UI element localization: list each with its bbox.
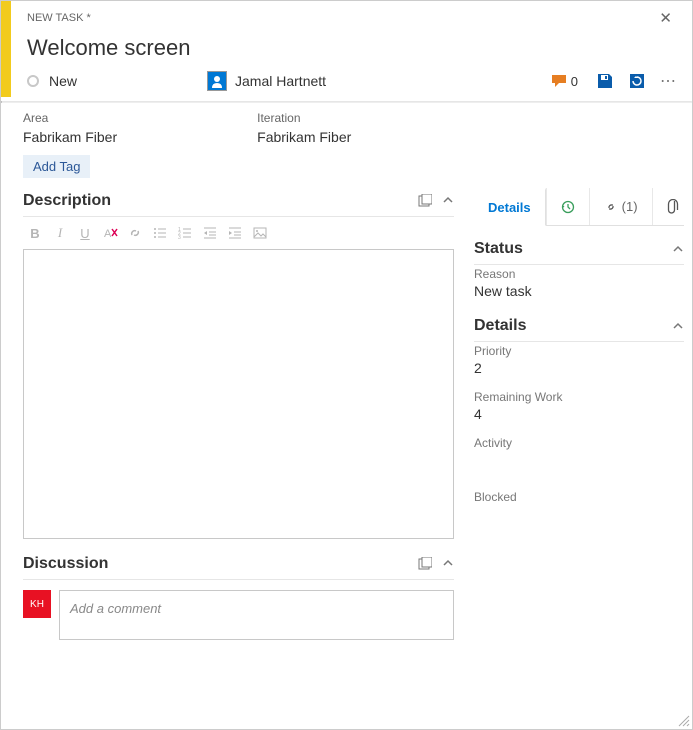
image-icon[interactable] <box>252 225 268 241</box>
maximize-icon[interactable] <box>418 557 432 571</box>
reason-value[interactable]: New task <box>474 283 684 299</box>
remaining-work-value[interactable]: 4 <box>474 406 684 422</box>
tab-history[interactable] <box>546 188 589 225</box>
tab-links-count: (1) <box>622 199 638 214</box>
info-row: New Jamal Hartnett 0 ⋯ <box>1 71 692 101</box>
resize-grip-icon[interactable] <box>676 713 690 727</box>
discussion-heading: Discussion <box>23 555 108 573</box>
comment-count[interactable]: 0 <box>551 74 578 89</box>
more-actions-icon[interactable]: ⋯ <box>660 72 678 90</box>
rich-text-toolbar: B I U A 123 <box>23 217 454 249</box>
current-user-avatar: KH <box>23 590 51 618</box>
details-heading: Details <box>474 317 526 335</box>
state-value[interactable]: New <box>49 73 77 89</box>
area-value[interactable]: Fabrikam Fiber <box>23 129 117 145</box>
description-heading: Description <box>23 192 111 210</box>
area-label: Area <box>23 111 117 125</box>
work-item-color-band <box>1 1 11 97</box>
assignee-name: Jamal Hartnett <box>235 73 326 89</box>
chevron-up-icon[interactable] <box>442 557 454 571</box>
number-list-icon[interactable]: 123 <box>177 225 193 241</box>
description-section: Description B I U A <box>23 188 454 539</box>
status-heading: Status <box>474 240 523 258</box>
bold-icon[interactable]: B <box>27 225 43 241</box>
blocked-label: Blocked <box>474 490 684 504</box>
refresh-icon[interactable] <box>628 72 646 90</box>
assignee-picker[interactable]: Jamal Hartnett <box>207 71 326 91</box>
chevron-up-icon[interactable] <box>672 320 684 332</box>
tab-links[interactable]: (1) <box>589 188 652 225</box>
close-button[interactable]: ✕ <box>653 7 678 29</box>
priority-label: Priority <box>474 344 684 358</box>
save-icon[interactable] <box>596 72 614 90</box>
iteration-label: Iteration <box>257 111 351 125</box>
work-item-type-label: NEW TASK * <box>27 12 91 24</box>
maximize-icon[interactable] <box>418 194 432 208</box>
svg-text:3: 3 <box>178 235 181 240</box>
comment-icon <box>551 74 567 88</box>
link-icon[interactable] <box>127 225 143 241</box>
state-indicator-dot <box>27 75 39 87</box>
iteration-value[interactable]: Fabrikam Fiber <box>257 129 351 145</box>
chevron-up-icon[interactable] <box>672 243 684 255</box>
avatar-icon <box>207 71 227 91</box>
tab-details[interactable]: Details <box>474 188 546 226</box>
side-tabs: Details (1) <box>474 188 684 226</box>
activity-label: Activity <box>474 436 684 450</box>
reason-label: Reason <box>474 267 684 281</box>
discussion-section: Discussion KH Add a comment <box>23 551 454 640</box>
chevron-up-icon[interactable] <box>442 194 454 208</box>
indent-icon[interactable] <box>227 225 243 241</box>
underline-icon[interactable]: U <box>77 225 93 241</box>
link-icon <box>604 200 618 214</box>
history-icon <box>561 200 575 214</box>
description-editor[interactable] <box>23 249 454 539</box>
outdent-icon[interactable] <box>202 225 218 241</box>
priority-value[interactable]: 2 <box>474 360 684 376</box>
details-section: Details Priority 2 Remaining Work 4 Acti… <box>474 313 684 508</box>
svg-text:A: A <box>104 228 112 240</box>
tab-attachments[interactable] <box>652 188 693 225</box>
work-item-title[interactable]: Welcome screen <box>21 29 678 71</box>
status-section: Status Reason New task <box>474 236 684 301</box>
comment-input[interactable]: Add a comment <box>59 590 454 640</box>
dialog-header: NEW TASK * ✕ Welcome screen <box>1 1 692 71</box>
activity-value[interactable] <box>474 452 684 468</box>
italic-icon[interactable]: I <box>52 225 68 241</box>
remaining-work-label: Remaining Work <box>474 390 684 404</box>
add-tag-button[interactable]: Add Tag <box>23 155 90 178</box>
comment-count-value: 0 <box>571 74 578 89</box>
classification-row: Area Fabrikam Fiber Iteration Fabrikam F… <box>1 103 692 151</box>
clear-format-icon[interactable]: A <box>102 225 118 241</box>
attachment-icon <box>667 199 679 215</box>
bullet-list-icon[interactable] <box>152 225 168 241</box>
